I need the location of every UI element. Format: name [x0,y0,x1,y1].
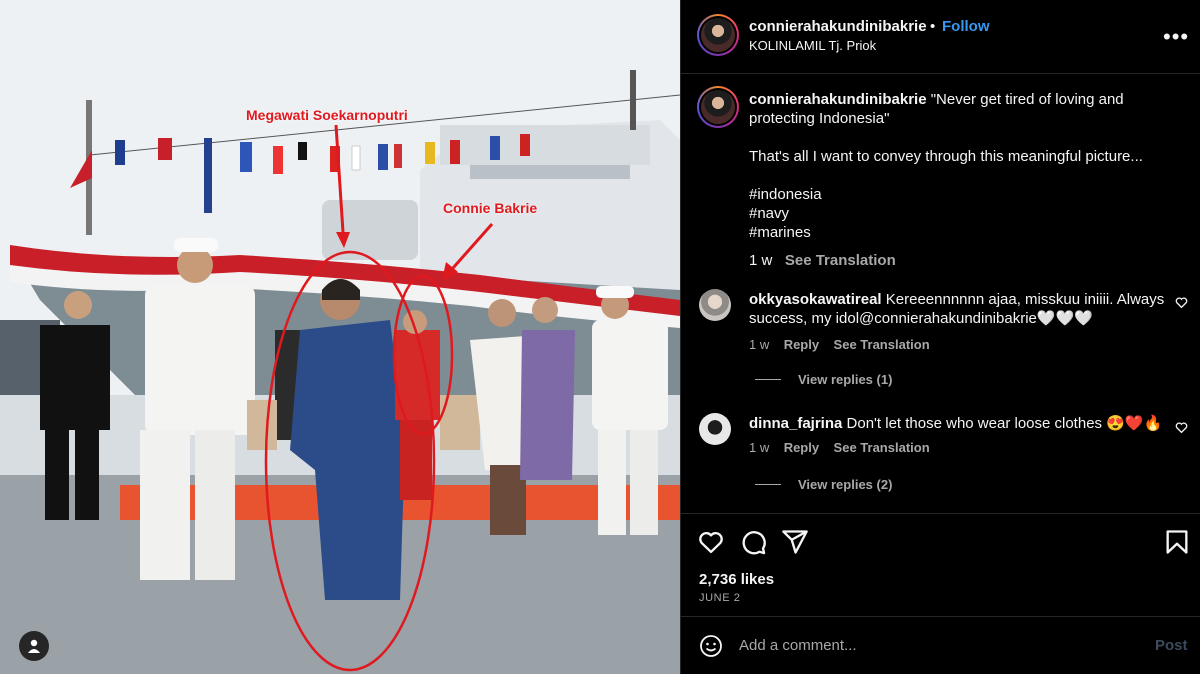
post-header: connierahakundinibakrie • Follow KOLINLA… [681,0,1200,74]
post-actions: 2,736 likes JUNE 2 [681,513,1200,633]
post-photo[interactable]: Megawati Soekarnoputri Connie Bakrie [0,0,680,674]
caption-username[interactable]: connierahakundinibakrie [749,91,927,108]
caption-meta: 1 w See Translation [749,251,1169,270]
hashtag-indonesia[interactable]: #indonesia [749,185,1169,204]
heart-icon [1175,422,1188,434]
comment-avatar-2[interactable] [699,413,731,445]
annotation-megawati: Megawati Soekarnoputri [246,107,408,123]
author-username[interactable]: connierahakundinibakrie [749,18,927,35]
comment-1-view-replies[interactable]: View replies (1) [755,372,892,387]
comment-2-view-replies[interactable]: View replies (2) [755,477,892,492]
comment-2-reply-button[interactable]: Reply [784,440,819,455]
comment-1-like-button[interactable] [1175,296,1188,312]
annotation-connie: Connie Bakrie [443,200,538,216]
post-caption: connierahakundinibakrie "Never get tired… [749,90,1169,270]
hashtag-navy[interactable]: #navy [749,204,1169,223]
author-avatar[interactable] [697,14,739,56]
header-separator: • [930,18,936,35]
reply-line [755,484,781,485]
add-comment-bar: Post [681,616,1200,674]
comment-1-username[interactable]: okkyasokawatireal [749,291,882,308]
comment-2: dinna_fajrina Don't let those who wear l… [749,414,1169,455]
comment-1-meta: 1 w Reply See Translation [749,337,1169,352]
heart-icon [1175,297,1188,309]
comment-2-time: 1 w [749,440,770,455]
comment-2-body: dinna_fajrina Don't let those who wear l… [749,414,1169,433]
hashtag-marines[interactable]: #marines [749,223,1169,242]
comment-1-reply-button[interactable]: Reply [784,337,819,352]
comment-2-username[interactable]: dinna_fajrina [749,415,842,432]
share-icon[interactable] [781,528,809,556]
caption-see-translation[interactable]: See Translation [785,252,896,269]
comment-1-see-translation[interactable]: See Translation [834,337,930,352]
likes-count[interactable]: 2,736 likes [699,571,774,588]
caption-time: 1 w [749,252,773,269]
post-date: JUNE 2 [699,592,741,604]
comment-1-body: okkyasokawatireal Kereeennnnnn ajaa, mis… [749,290,1169,328]
heart-icon[interactable] [697,528,725,556]
user-icon [28,639,40,653]
comment-1-time: 1 w [749,337,770,352]
emoji-icon[interactable] [699,634,723,658]
comment-2-text: Don't let those who wear loose clothes 😍… [846,415,1163,432]
bookmark-icon[interactable] [1163,528,1191,556]
post-comment-button[interactable]: Post [1155,637,1188,654]
caption-avatar[interactable] [697,86,739,128]
comment-2-meta: 1 w Reply See Translation [749,440,1169,455]
comment-2-like-button[interactable] [1175,421,1188,437]
reply-line [755,379,781,380]
follow-button[interactable]: Follow [942,18,990,35]
post-sidebar: connierahakundinibakrie • Follow KOLINLA… [680,0,1200,674]
comment-avatar-1[interactable] [699,289,731,321]
caption-line-1: connierahakundinibakrie "Never get tired… [749,90,1169,128]
post-location[interactable]: KOLINLAMIL Tj. Priok [749,38,876,53]
comment-2-see-translation[interactable]: See Translation [834,440,930,455]
ceremony-scene [0,0,680,674]
comment-1-view-replies-label: View replies (1) [798,372,893,387]
caption-line-2: That's all I want to convey through this… [749,148,1143,165]
more-horizontal-icon[interactable]: ••• [1163,24,1189,50]
comment-2-view-replies-label: View replies (2) [798,477,893,492]
comment-icon[interactable] [739,528,767,556]
comment-input[interactable] [739,633,1119,657]
comment-1: okkyasokawatireal Kereeennnnnn ajaa, mis… [749,290,1169,352]
tagged-users-button[interactable] [19,631,49,661]
